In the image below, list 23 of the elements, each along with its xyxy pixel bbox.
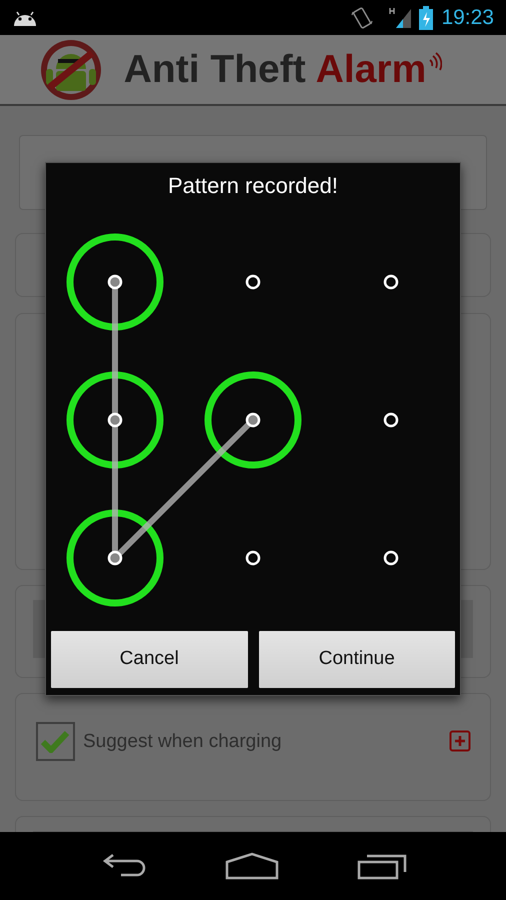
recent-apps-icon[interactable]: [357, 852, 407, 880]
pattern-dot[interactable]: [108, 412, 122, 428]
pattern-dot[interactable]: [384, 412, 398, 428]
app-title: Anti Theft: [124, 50, 306, 89]
vibrate-icon: [351, 6, 374, 30]
pattern-dot[interactable]: [384, 274, 398, 290]
option-label: Suggest when charging: [83, 730, 282, 754]
battery-icon: [419, 6, 434, 30]
pattern-dot[interactable]: [108, 550, 122, 566]
dialog-button[interactable]: Cancel: [51, 631, 248, 688]
home-icon[interactable]: [225, 852, 279, 880]
checkbox[interactable]: [36, 722, 75, 761]
check-icon: [41, 730, 70, 753]
pattern-dot[interactable]: [384, 550, 398, 566]
pattern-dot[interactable]: [246, 412, 260, 428]
clock-time: 19:23: [441, 7, 494, 28]
pattern-dot[interactable]: [246, 550, 260, 566]
signal-icon: [387, 6, 412, 30]
dialog-title: Pattern recorded!: [168, 172, 338, 200]
pattern-dot[interactable]: [108, 274, 122, 290]
pattern-dot[interactable]: [246, 274, 260, 290]
dialog-button[interactable]: Continue: [258, 631, 455, 688]
app-title: Alarm: [316, 50, 426, 89]
